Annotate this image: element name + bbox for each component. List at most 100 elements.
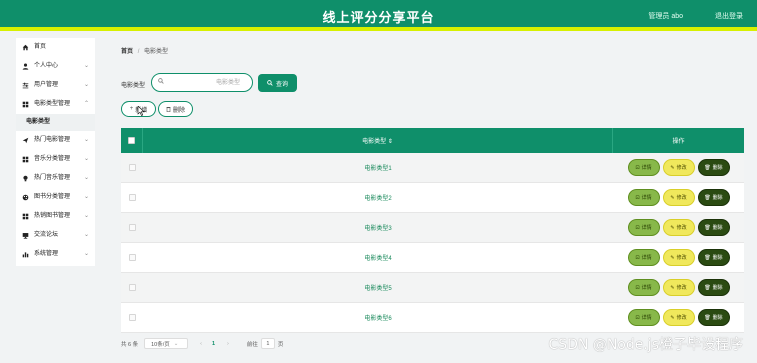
- search-button[interactable]: 查询: [258, 74, 297, 92]
- goto-page-input[interactable]: 1: [260, 338, 275, 349]
- edit-button[interactable]: ✎ 修改: [662, 309, 695, 326]
- table-row: 电影类型6 ⊡ 详情 ✎ 修改 🗑 删除: [121, 303, 744, 333]
- row-checkbox[interactable]: [128, 314, 136, 321]
- chevron-down-icon: ⌄: [83, 63, 89, 69]
- detail-button[interactable]: ⊡ 详情: [627, 249, 660, 266]
- edit-icon: ✎: [670, 194, 675, 201]
- sidebar-item-book-categories[interactable]: 图书分类管理 ⌄: [16, 188, 95, 207]
- sidebar-item-system[interactable]: 系统管理 ⌄: [16, 245, 95, 264]
- row-checkbox[interactable]: [128, 224, 136, 231]
- chevron-down-icon: ⌄: [83, 82, 89, 88]
- detail-button[interactable]: ⊡ 详情: [627, 309, 660, 326]
- column-header-ops: 操作: [672, 139, 685, 145]
- chevron-down-icon: ⌄: [83, 137, 89, 143]
- edit-icon: ✎: [670, 224, 675, 231]
- column-header-type[interactable]: 电影类型 ⇕: [143, 128, 613, 153]
- sidebar-item-home[interactable]: 首页: [16, 38, 95, 57]
- sidebar-item-label: 热门电影管理: [34, 137, 71, 143]
- breadcrumb: 首页 / 电影类型: [121, 46, 168, 55]
- grid-icon: [21, 156, 29, 164]
- delete-button[interactable]: 🗑 删除: [697, 249, 730, 266]
- sidebar-subitem-movie-type[interactable]: 电影类型: [16, 114, 95, 131]
- search-input[interactable]: [166, 76, 250, 89]
- delete-button[interactable]: 🗑 删除: [697, 309, 730, 326]
- table-cell-type: 电影类型2: [364, 196, 392, 202]
- sliders-icon: [21, 82, 29, 90]
- table-cell-type: 电影类型6: [364, 316, 392, 322]
- sidebar-item-music-categories[interactable]: 音乐分类管理 ⌄: [16, 150, 95, 169]
- user-icon: [21, 63, 29, 71]
- detail-icon: ⊡: [635, 314, 640, 321]
- sidebar-item-hot-movies[interactable]: 热门电影管理 ⌄: [16, 131, 95, 150]
- breadcrumb-home[interactable]: 首页: [121, 49, 133, 55]
- page-number-current[interactable]: 1: [212, 341, 215, 347]
- delete-button[interactable]: 🗑 删除: [697, 219, 730, 236]
- prev-page-button[interactable]: ‹: [200, 341, 202, 347]
- sidebar-item-hot-music[interactable]: 热门音乐管理 ⌄: [16, 169, 95, 188]
- detail-button[interactable]: ⊡ 详情: [627, 159, 660, 176]
- chevron-down-icon: ⌄: [83, 213, 89, 219]
- detail-icon: ⊡: [635, 224, 640, 231]
- row-checkbox[interactable]: [128, 284, 136, 291]
- page-size-select[interactable]: 10条/页 ⌄: [144, 338, 189, 349]
- chevron-down-icon: ⌄: [173, 340, 179, 347]
- chevron-down-icon: ⌄: [83, 194, 89, 200]
- sidebar-item-label: 音乐分类管理: [34, 156, 71, 162]
- edit-button[interactable]: ✎ 修改: [662, 159, 695, 176]
- trash-icon: 🗑: [704, 224, 711, 231]
- sidebar: 首页 个人中心 ⌄ 用户管理 ⌄ 电影类型管理 ⌃ 电影类型 热门电影管理 ⌄ …: [16, 38, 95, 266]
- top-header: 线上评分分享平台 管理员 abo 退出登录: [0, 0, 757, 31]
- search-field-wrapper: [151, 73, 253, 92]
- detail-button[interactable]: ⊡ 详情: [627, 279, 660, 296]
- row-checkbox[interactable]: [128, 194, 136, 201]
- delete-button[interactable]: 🗑 删除: [697, 159, 730, 176]
- search-label: 电影类型: [121, 83, 146, 89]
- next-page-button[interactable]: ›: [227, 341, 229, 347]
- sidebar-item-movie-types[interactable]: 电影类型管理 ⌃: [16, 95, 95, 114]
- table-cell-type: 电影类型5: [364, 286, 392, 292]
- chart-icon: [21, 251, 29, 259]
- edit-button[interactable]: ✎ 修改: [662, 189, 695, 206]
- table-row: 电影类型5 ⊡ 详情 ✎ 修改 🗑 删除: [121, 273, 744, 303]
- edit-button[interactable]: ✎ 修改: [662, 249, 695, 266]
- pagination: 共 6 条 10条/页 ⌄ ‹ 1 › 前往 1 页: [121, 338, 283, 349]
- chevron-up-icon: ⌃: [83, 101, 89, 107]
- table-row: 电影类型4 ⊡ 详情 ✎ 修改 🗑 删除: [121, 243, 744, 273]
- trash-icon: 🗑: [704, 194, 711, 201]
- detail-button[interactable]: ⊡ 详情: [627, 219, 660, 236]
- delete-button[interactable]: 🗑 删除: [697, 279, 730, 296]
- search-icon: [267, 80, 273, 86]
- breadcrumb-current: 电影类型: [144, 49, 169, 55]
- edit-button[interactable]: ✎ 修改: [662, 219, 695, 236]
- palette-icon: [21, 194, 29, 202]
- total-count: 共 6 条: [121, 341, 139, 348]
- edit-icon: ✎: [670, 164, 675, 171]
- sidebar-item-profile[interactable]: 个人中心 ⌄: [16, 57, 95, 76]
- admin-label: 管理员 abo: [648, 13, 683, 20]
- goto-unit: 页: [277, 341, 284, 348]
- detail-icon: ⊡: [635, 254, 640, 261]
- row-checkbox[interactable]: [128, 164, 136, 171]
- batch-delete-button[interactable]: 删除: [158, 101, 193, 117]
- table-cell-type: 电影类型4: [364, 256, 392, 262]
- trash-icon: 🗑: [704, 314, 711, 321]
- logout-link[interactable]: 退出登录: [715, 11, 743, 21]
- edit-icon: ✎: [670, 314, 675, 321]
- row-checkbox[interactable]: [128, 254, 136, 261]
- trash-icon: 🗑: [704, 164, 711, 171]
- edit-button[interactable]: ✎ 修改: [662, 279, 695, 296]
- sidebar-item-forum[interactable]: 交流论坛 ⌄: [16, 226, 95, 245]
- detail-icon: ⊡: [635, 194, 640, 201]
- delete-button[interactable]: 🗑 删除: [697, 189, 730, 206]
- sidebar-item-hot-books[interactable]: 热销图书管理 ⌄: [16, 207, 95, 226]
- sidebar-item-label: 个人中心: [34, 63, 59, 69]
- select-all-checkbox[interactable]: [128, 137, 135, 144]
- detail-icon: ⊡: [635, 164, 640, 171]
- chevron-down-icon: ⌄: [83, 156, 89, 162]
- chevron-down-icon: ⌄: [83, 251, 89, 257]
- sidebar-item-users[interactable]: 用户管理 ⌄: [16, 76, 95, 95]
- detail-button[interactable]: ⊡ 详情: [627, 189, 660, 206]
- monitor-icon: [21, 232, 29, 240]
- bulb-icon: [21, 175, 29, 183]
- grid-icon: [21, 101, 29, 109]
